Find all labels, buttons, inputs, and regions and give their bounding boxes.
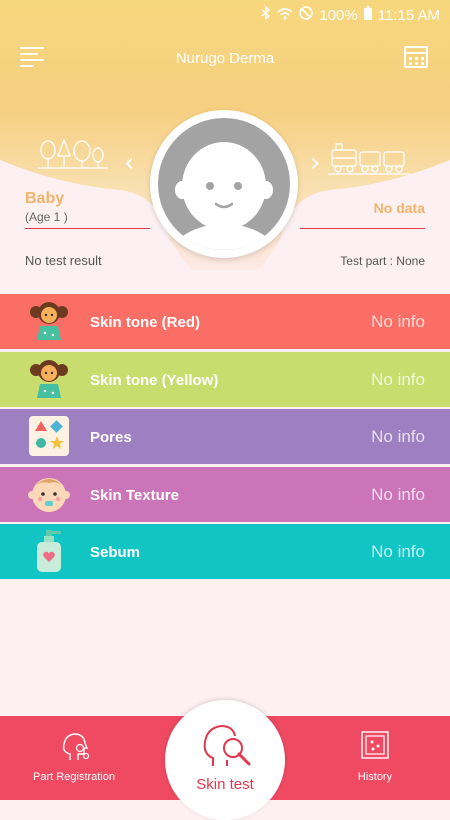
item-value: No info [371,484,425,504]
trees-decoration [38,138,108,169]
battery-icon [363,6,372,24]
shape-blocks-icon [29,416,69,456]
baby-face-icon [28,477,70,512]
baby-name-field[interactable]: Baby (Age 1 ) [25,190,150,229]
nav-label: History [357,771,393,783]
result-value: No data [373,200,425,216]
skin-test-label: Skin test [196,776,254,793]
result-field: No data [300,200,425,229]
lotion-bottle-icon [37,530,61,572]
item-label: Sebum [90,544,141,561]
skin-test-button[interactable]: Skin test [165,700,285,820]
baby-face-icon [158,118,290,250]
item-label: Skin tone (Yellow) [90,371,219,389]
skin-magnifier-icon [203,724,251,766]
item-label: Skin Texture [90,486,179,504]
calendar-icon[interactable] [404,46,428,68]
item-value: No info [371,542,425,561]
item-value: No info [371,427,425,446]
baby-avatar[interactable] [150,110,298,258]
test-part-text: Test part : None [340,254,425,268]
wifi-icon [277,7,293,24]
previous-profile-icon[interactable]: ‹ [124,148,134,178]
list-item-pores[interactable]: Pores No info [0,409,450,464]
head-gear-icon [62,733,90,760]
battery-percent: 100% [319,6,358,24]
list-item-skin-tone-yellow[interactable]: Skin tone (Yellow) No info [0,351,450,407]
list-item-skin-texture[interactable]: Skin Texture No info [0,466,450,522]
doll-icon [30,359,68,398]
bluetooth-icon [261,5,271,24]
skin-metrics-list: Skin tone (Red) No info Skin tone (Yello… [0,294,450,582]
train-decoration [328,143,410,175]
app-title: Nurugo Derma [175,50,275,67]
list-item-skin-tone-red[interactable]: Skin tone (Red) No info [0,294,450,349]
status-bar: 100% 11:15 AM [0,0,450,32]
item-value: No info [371,369,425,389]
baby-name: Baby [25,190,65,207]
test-result-text: No test result [25,253,102,268]
nav-part-registration[interactable]: Part Registration [28,716,120,783]
next-profile-icon[interactable]: › [310,148,320,178]
baby-age: (Age 1 ) [25,210,68,224]
do-not-disturb-icon [299,6,314,24]
item-value: No info [371,312,425,331]
doll-icon [30,302,68,340]
history-icon [361,731,389,759]
status-time: 11:15 AM [377,6,440,24]
list-item-sebum[interactable]: Sebum No info [0,524,450,579]
nav-label: Part Registration [33,771,115,783]
nav-history[interactable]: History [340,716,410,783]
item-label: Skin tone (Red) [90,314,201,331]
item-label: Pores [90,429,132,446]
top-bar: Nurugo Derma [0,44,450,74]
